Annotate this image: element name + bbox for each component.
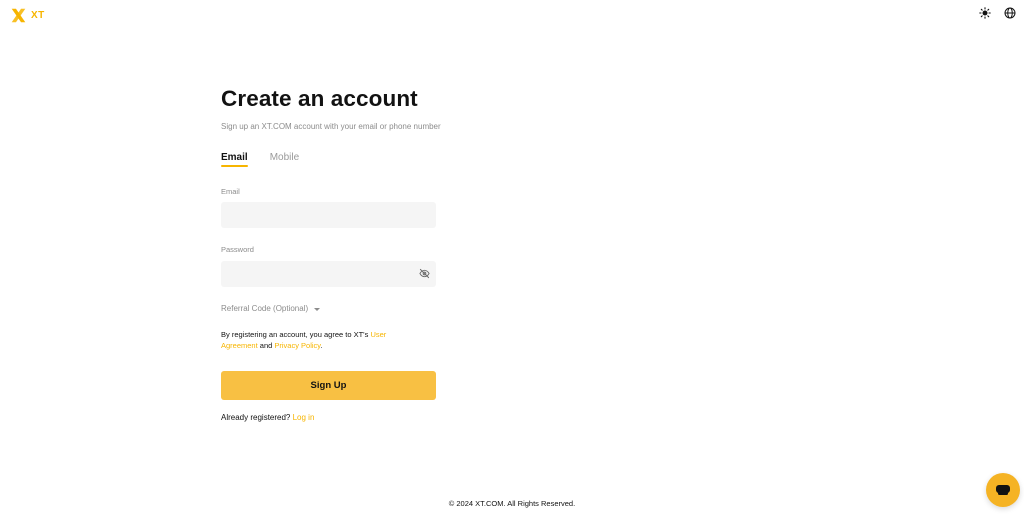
agreement-and: and: [257, 341, 275, 350]
agreement-prefix: By registering an account, you agree to …: [221, 330, 371, 339]
footer-copyright: © 2024 XT.COM. All Rights Reserved.: [448, 499, 576, 508]
referral-code-label: Referral Code (Optional): [221, 304, 309, 313]
agreement-suffix: .: [320, 341, 323, 350]
eye-off-icon[interactable]: [419, 268, 430, 279]
page-title: Create an account: [221, 86, 418, 111]
log-in-link[interactable]: Log in: [293, 413, 315, 422]
already-registered-label: Already registered?: [221, 413, 293, 422]
chat-support-button[interactable]: [986, 473, 1020, 507]
email-field[interactable]: [221, 202, 436, 228]
already-registered-text: Already registered? Log in: [221, 413, 314, 422]
referral-code-toggle[interactable]: Referral Code (Optional): [221, 304, 321, 313]
brand-logo[interactable]: XT: [10, 7, 45, 24]
language-globe-icon[interactable]: [1004, 7, 1016, 19]
tab-email[interactable]: Email: [221, 152, 248, 167]
theme-toggle-sun-icon[interactable]: [979, 7, 991, 19]
tab-mobile[interactable]: Mobile: [270, 152, 299, 167]
top-bar: XT: [0, 0, 1024, 32]
brand-name: XT: [31, 10, 45, 21]
password-field[interactable]: [221, 261, 436, 287]
signup-method-tabs: Email Mobile: [221, 152, 299, 167]
xt-logo-icon: [11, 8, 26, 23]
sign-up-button[interactable]: Sign Up: [221, 371, 436, 400]
privacy-policy-link[interactable]: Privacy Policy: [274, 341, 320, 350]
email-label: Email: [221, 187, 240, 196]
chat-support-icon: [996, 485, 1010, 495]
page-subtitle: Sign up an XT.COM account with your emai…: [221, 122, 441, 131]
agreement-text: By registering an account, you agree to …: [221, 329, 401, 351]
password-label: Password: [221, 245, 254, 254]
chevron-down-icon: [314, 307, 321, 311]
